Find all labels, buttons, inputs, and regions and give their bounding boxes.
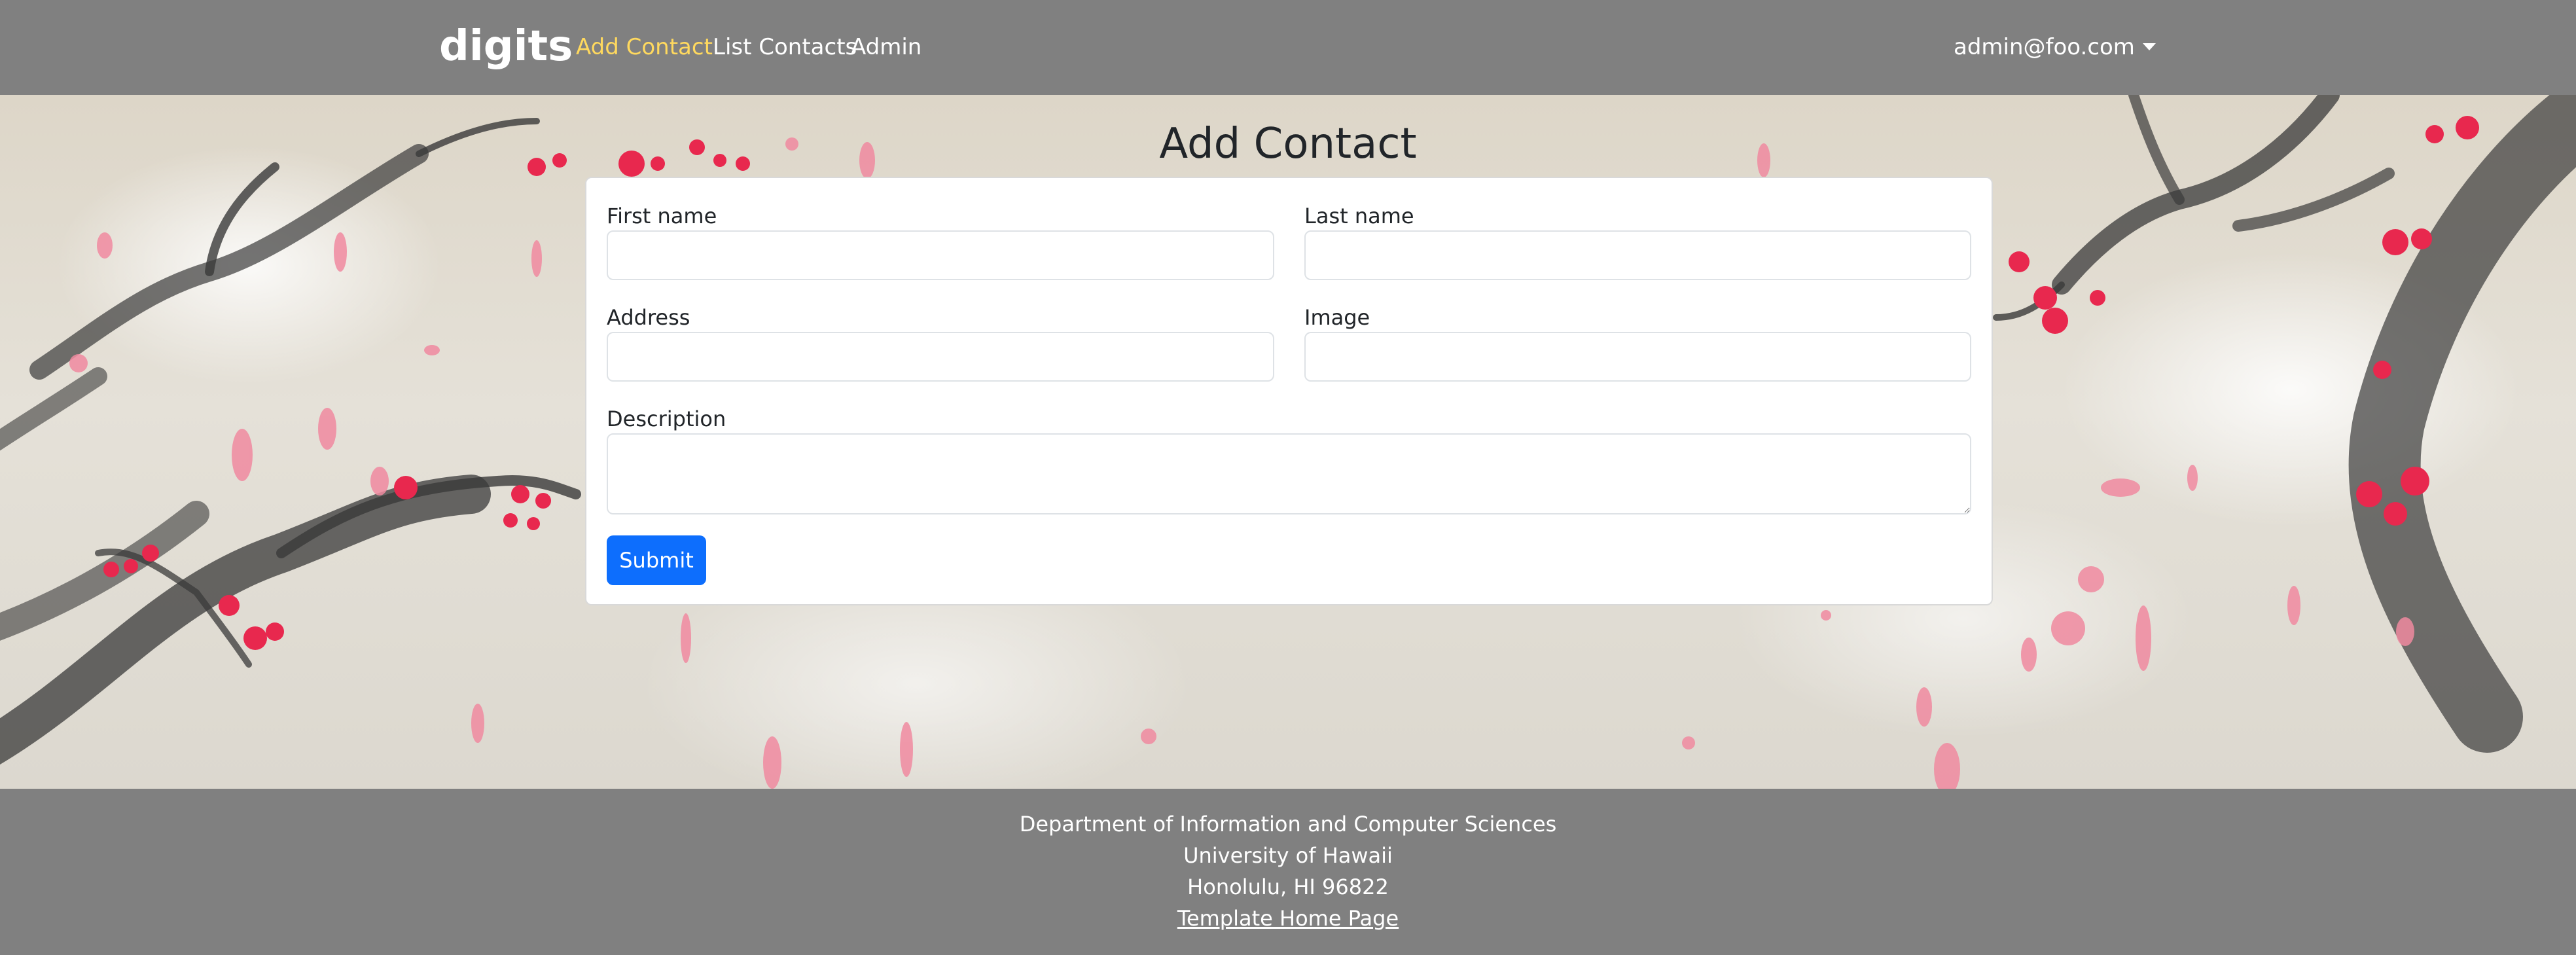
image-field[interactable] (1304, 332, 1971, 382)
footer: Department of Information and Computer S… (0, 789, 2576, 955)
add-contact-form: First name Last name Address Image Descr… (585, 177, 1993, 605)
caret-down-icon (2142, 43, 2156, 50)
description-label: Description (607, 406, 726, 431)
submit-button[interactable]: Submit (607, 535, 706, 585)
user-menu-dropdown[interactable]: admin@foo.com (1954, 31, 2156, 63)
footer-address: Honolulu, HI 96822 (1187, 874, 1389, 899)
template-home-link[interactable]: Template Home Page (1177, 906, 1399, 931)
nav-list-contacts[interactable]: List Contacts (713, 31, 857, 63)
page-title: Add Contact (1159, 120, 1417, 168)
last-name-field[interactable] (1304, 230, 1971, 280)
top-navbar: digits Add Contact List Contacts Admin a… (0, 0, 2576, 95)
nav-admin[interactable]: Admin (851, 31, 921, 63)
last-name-label: Last name (1304, 204, 1414, 228)
image-label: Image (1304, 305, 1370, 330)
description-field[interactable] (607, 433, 1971, 514)
footer-department: Department of Information and Computer S… (1019, 812, 1557, 837)
first-name-field[interactable] (607, 230, 1274, 280)
first-name-label: First name (607, 204, 717, 228)
address-label: Address (607, 305, 690, 330)
user-email: admin@foo.com (1954, 34, 2135, 60)
address-field[interactable] (607, 332, 1274, 382)
footer-university: University of Hawaii (1183, 843, 1393, 868)
brand-logo[interactable]: digits (439, 17, 573, 76)
nav-add-contact[interactable]: Add Contact (576, 31, 713, 63)
